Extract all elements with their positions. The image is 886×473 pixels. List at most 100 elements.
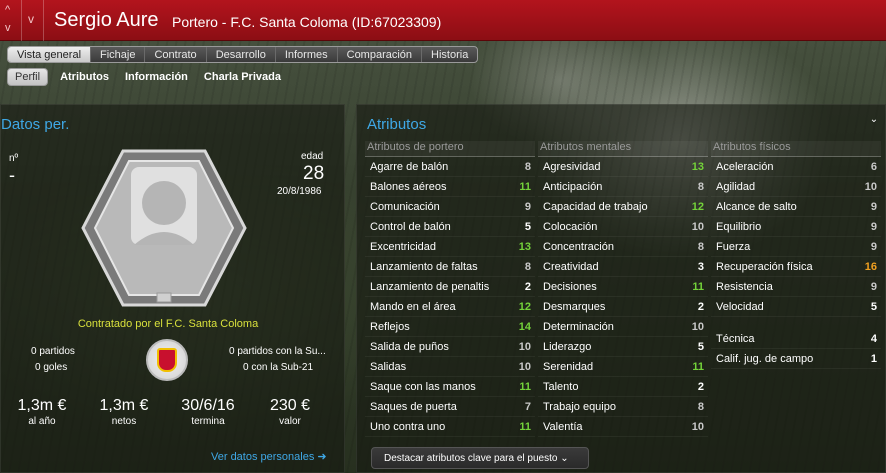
attribute-value: 7 — [524, 400, 531, 413]
tab-contrato[interactable]: Contrato — [145, 47, 207, 62]
attribute-row[interactable]: Balones aéreos 11 — [365, 177, 535, 197]
age-label: edad — [301, 151, 324, 162]
attribute-row[interactable]: Recuperación física 16 — [711, 257, 881, 277]
attribute-name: Recuperación física — [716, 260, 813, 273]
attribute-name: Lanzamiento de penaltis — [370, 280, 490, 293]
attribute-name: Calif. jug. de campo — [716, 352, 814, 365]
attribute-row[interactable]: Comunicación 9 — [365, 197, 535, 217]
tab-fichaje[interactable]: Fichaje — [91, 47, 146, 62]
subtab-charla-privada[interactable]: Charla Privada — [204, 71, 281, 83]
attribute-column: Atributos mentales Agresividad 13 Anticipac… — [538, 141, 708, 437]
attribute-value: 9 — [870, 200, 877, 213]
subtab-informacion[interactable]: Información — [125, 71, 188, 83]
down-arrow-icon[interactable]: v — [5, 22, 11, 34]
attribute-row[interactable]: Concentración 8 — [538, 237, 708, 257]
attribute-row[interactable]: Colocación 10 — [538, 217, 708, 237]
tab-vista-general[interactable]: Vista general — [8, 47, 92, 62]
attribute-name: Agresividad — [543, 160, 601, 173]
attribute-row[interactable]: Equilibrio 9 — [711, 217, 881, 237]
attribute-column: Atributos físicos Aceleración 6 Agilidad 10 A… — [711, 141, 881, 369]
attribute-value: 2 — [697, 300, 704, 313]
matches-count: 0 partidos — [31, 346, 75, 357]
national-team-badge-icon — [146, 339, 188, 381]
shirt-number-label: nº — [9, 153, 19, 164]
player-name: Sergio Aure — [54, 9, 159, 31]
main-tabs: Vista general Fichaje Contrato Desarroll… — [7, 46, 479, 63]
attribute-name: Saques de puerta — [370, 400, 457, 413]
attribute-name: Fuerza — [716, 240, 751, 253]
attribute-row[interactable]: Serenidad 11 — [538, 357, 708, 377]
subtab-perfil[interactable]: Perfil — [7, 68, 49, 86]
view-personal-data-link[interactable]: Ver datos personales ➜ — [211, 450, 327, 463]
goals-count: 0 goles — [35, 362, 68, 373]
attribute-name: Creatividad — [543, 260, 599, 273]
attribute-value: 8 — [697, 180, 704, 193]
attribute-value: 8 — [524, 160, 531, 173]
attribute-row[interactable]: Agarre de balón 8 — [365, 157, 535, 177]
attribute-row[interactable]: Lanzamiento de penaltis 2 — [365, 277, 535, 297]
attribute-name: Concentración — [543, 240, 614, 253]
attribute-value: 10 — [691, 220, 704, 233]
attribute-name: Salida de puños — [370, 340, 449, 353]
attribute-row[interactable]: Uno contra uno 11 — [365, 417, 535, 437]
subtab-atributos[interactable]: Atributos — [60, 71, 109, 83]
player-portrait — [81, 149, 247, 307]
attribute-row[interactable]: Fuerza 9 — [711, 237, 881, 257]
attribute-row[interactable]: Trabajo equipo 8 — [538, 397, 708, 417]
up-arrow-icon[interactable]: ^ — [5, 4, 10, 16]
attribute-name: Trabajo equipo — [543, 400, 616, 413]
attribute-row[interactable]: Reflejos 14 — [365, 317, 535, 337]
attribute-name: Liderazgo — [543, 340, 592, 353]
tab-historia[interactable]: Historia — [422, 47, 477, 62]
attribute-row[interactable]: Saque con las manos 11 — [365, 377, 535, 397]
tab-informes[interactable]: Informes — [276, 47, 338, 62]
attribute-row[interactable]: Talento 2 — [538, 377, 708, 397]
attribute-row[interactable]: Aceleración 6 — [711, 157, 881, 177]
attribute-row[interactable]: Determinación 10 — [538, 317, 708, 337]
highlight-key-attributes-button[interactable]: Destacar atributos clave para el puesto … — [371, 447, 589, 469]
attribute-row[interactable]: Calif. jug. de campo 1 — [711, 349, 881, 369]
tab-comparacion[interactable]: Comparación — [338, 47, 423, 62]
attribute-value: 16 — [864, 260, 877, 273]
attribute-value: 10 — [518, 340, 531, 353]
attribute-value: 11 — [519, 420, 531, 433]
attribute-name: Velocidad — [716, 300, 764, 313]
attribute-name: Agilidad — [716, 180, 756, 193]
attribute-row[interactable]: Salidas 10 — [365, 357, 535, 377]
attribute-row[interactable]: Valentía 10 — [538, 417, 708, 437]
attribute-row[interactable]: Anticipación 8 — [538, 177, 708, 197]
attribute-row[interactable]: Resistencia 9 — [711, 277, 881, 297]
attribute-row[interactable]: Técnica 4 — [711, 329, 881, 349]
attribute-row[interactable]: Alcance de salto 9 — [711, 197, 881, 217]
column-header: Atributos de portero — [365, 141, 535, 157]
attribute-row[interactable]: Excentricidad 13 — [365, 237, 535, 257]
attribute-row[interactable]: Saques de puerta 7 — [365, 397, 535, 417]
wage-yearly: 1,3m € al año — [17, 397, 67, 427]
attribute-row[interactable]: Decisiones 11 — [538, 277, 708, 297]
attribute-row[interactable]: Mando en el área 12 — [365, 297, 535, 317]
attribute-row[interactable]: Salida de puños 10 — [365, 337, 535, 357]
u21-goals: 0 con la Sub-21 — [243, 362, 314, 373]
attribute-name: Control de balón — [370, 220, 451, 233]
attribute-row[interactable]: Capacidad de trabajo 12 — [538, 197, 708, 217]
expand-chevron-icon[interactable]: ⌄ — [867, 114, 881, 128]
attribute-value: 1 — [870, 352, 877, 365]
attribute-value: 12 — [691, 200, 704, 213]
attribute-row[interactable]: Liderazgo 5 — [538, 337, 708, 357]
attribute-row[interactable]: Lanzamiento de faltas 8 — [365, 257, 535, 277]
tab-desarrollo[interactable]: Desarrollo — [207, 47, 276, 62]
attribute-row[interactable]: Velocidad 5 — [711, 297, 881, 317]
attribute-value: 11 — [519, 380, 531, 393]
attribute-name: Colocación — [543, 220, 598, 233]
attribute-row[interactable]: Creatividad 3 — [538, 257, 708, 277]
attribute-value: 11 — [692, 280, 704, 293]
attribute-row[interactable]: Agresividad 13 — [538, 157, 708, 177]
attribute-row[interactable]: Desmarques 2 — [538, 297, 708, 317]
attribute-value: 9 — [870, 280, 877, 293]
attribute-value: 10 — [518, 360, 531, 373]
attribute-value: 14 — [518, 320, 531, 333]
attribute-row[interactable]: Control de balón 5 — [365, 217, 535, 237]
attribute-row[interactable]: Agilidad 10 — [711, 177, 881, 197]
attribute-name: Salidas — [370, 360, 407, 373]
player-menu-button[interactable]: v — [22, 0, 44, 41]
